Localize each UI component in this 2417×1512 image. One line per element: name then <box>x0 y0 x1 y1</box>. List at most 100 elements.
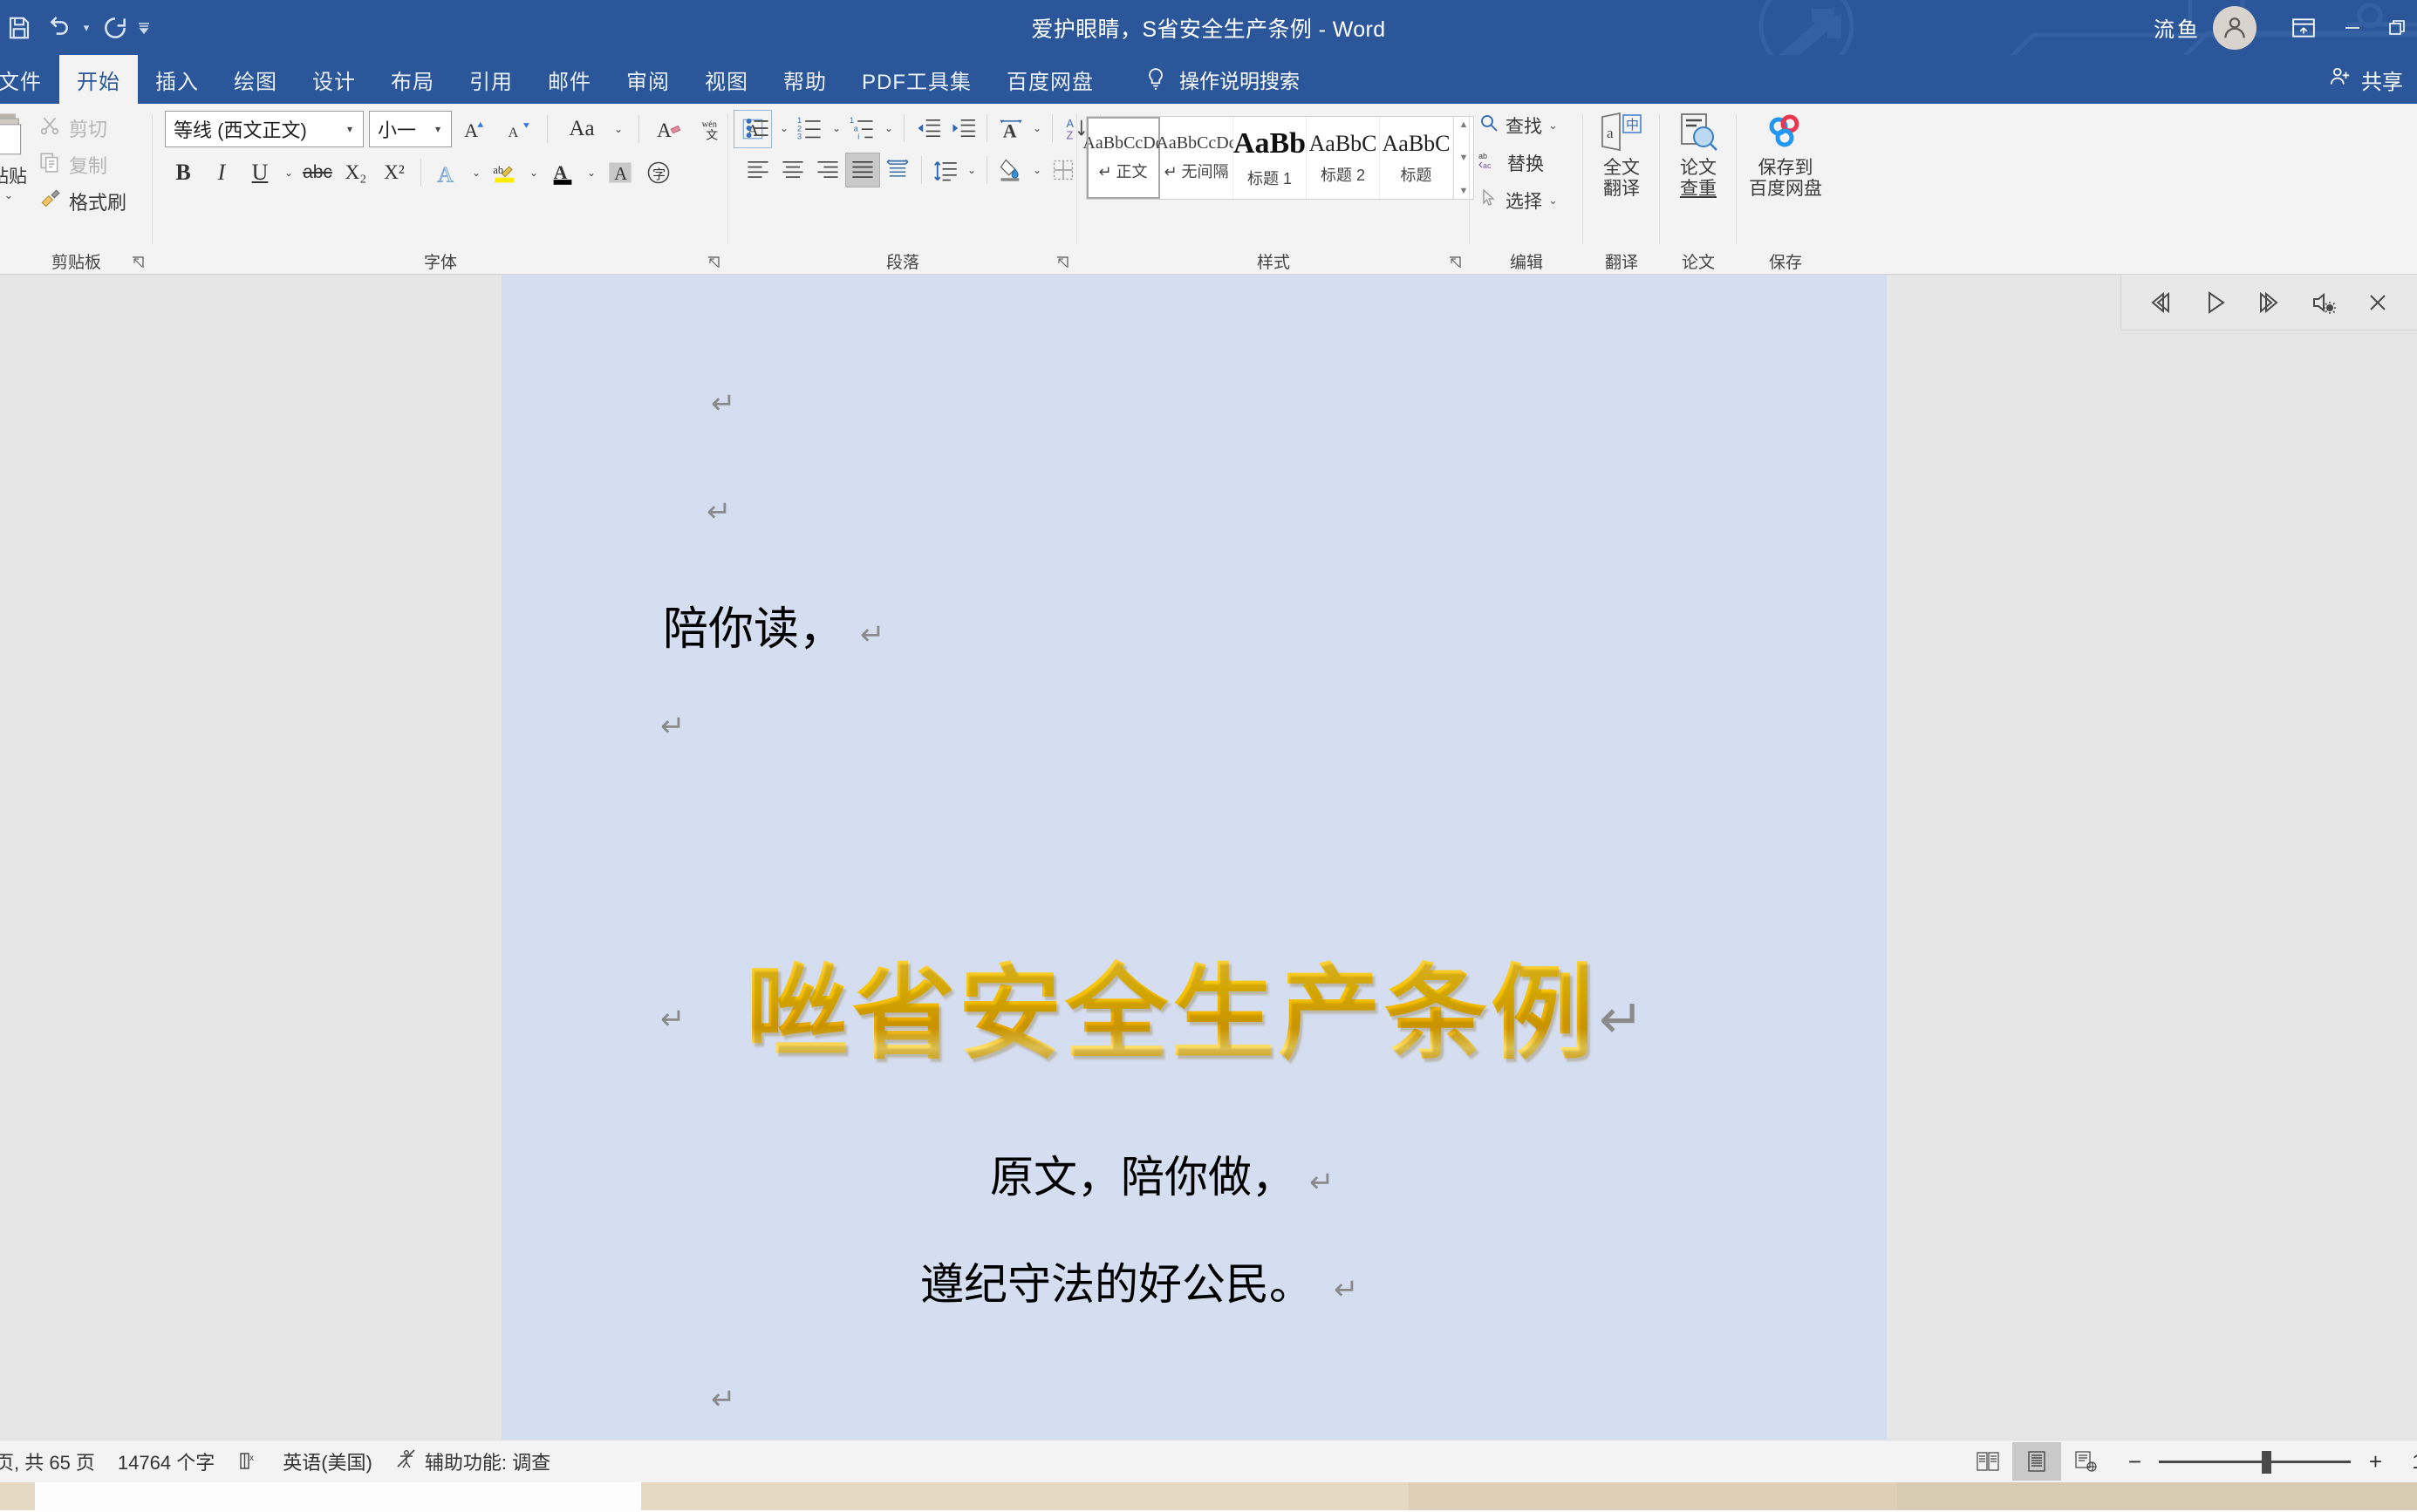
tab-layout[interactable]: 布局 <box>373 55 452 104</box>
baidu-netdisk-label[interactable]: 保存到 百度网盘 <box>1749 158 1822 200</box>
align-right-icon[interactable] <box>810 153 845 187</box>
highlight-dropdown-icon[interactable]: ⌄ <box>525 155 543 190</box>
ribbon-display-options-icon[interactable] <box>2279 0 2328 55</box>
save-icon[interactable] <box>0 7 38 49</box>
style-item-heading-1[interactable]: AaBb 标题 1 <box>1233 117 1307 199</box>
zoom-control[interactable]: − + 10 <box>2124 1448 2417 1475</box>
enclose-characters-icon[interactable]: 字 <box>640 154 677 191</box>
clipboard-dialog-launcher[interactable] <box>130 255 146 270</box>
paragraph-dialog-launcher[interactable] <box>1055 255 1070 270</box>
styles-more-icon[interactable]: ▼ <box>1459 186 1469 196</box>
view-print-layout-icon[interactable] <box>2012 1442 2062 1481</box>
shrink-font-icon[interactable]: A <box>499 111 536 147</box>
avatar[interactable] <box>2213 5 2257 50</box>
borders-icon[interactable] <box>1046 153 1081 187</box>
previous-icon[interactable] <box>2140 282 2181 324</box>
font-size-dropdown-icon[interactable]: ▾ <box>428 123 447 135</box>
undo-icon[interactable] <box>38 7 77 49</box>
scroll-down-icon[interactable]: ▼ <box>1459 153 1469 163</box>
tab-help[interactable]: 帮助 <box>766 55 844 104</box>
undo-dropdown-icon[interactable]: ▾ <box>77 7 96 49</box>
shading-dropdown-icon[interactable]: ⌄ <box>1028 153 1046 187</box>
view-read-mode-icon[interactable] <box>1963 1442 2012 1481</box>
page-indicator[interactable]: 页, 共 65 页 <box>0 1447 95 1475</box>
bold-button[interactable]: B <box>165 154 201 191</box>
line-spacing-icon[interactable] <box>928 153 963 187</box>
style-item-no-spacing[interactable]: AaBbCcDc ↵ 无间隔 <box>1156 117 1237 199</box>
style-item-heading-2[interactable]: AaBbC 标题 2 <box>1307 117 1380 199</box>
word-count[interactable]: 14764 个字 <box>118 1447 215 1475</box>
minimize-icon[interactable] <box>2328 0 2377 55</box>
tab-draw[interactable]: 绘图 <box>216 55 295 104</box>
decrease-indent-icon[interactable] <box>911 111 946 146</box>
tab-insert[interactable]: 插入 <box>138 55 216 104</box>
find-button[interactable]: 查找 ⌄ <box>1478 107 1558 144</box>
find-dropdown-icon[interactable]: ⌄ <box>1548 119 1558 133</box>
distribute-icon[interactable] <box>880 153 915 187</box>
close-icon[interactable] <box>2357 282 2399 324</box>
tab-review[interactable]: 审阅 <box>609 55 687 104</box>
highlight-icon[interactable]: ab <box>487 154 523 191</box>
font-color-dropdown-icon[interactable]: ⌄ <box>583 155 600 190</box>
line-spacing-dropdown-icon[interactable]: ⌄ <box>963 153 980 187</box>
share-button[interactable]: 共享 <box>2319 55 2412 104</box>
accessibility-indicator[interactable]: 辅助功能: 调查 <box>395 1447 550 1475</box>
plagiarism-check-label[interactable]: 论文 查重 <box>1680 158 1717 200</box>
character-shading-icon[interactable]: A <box>602 154 638 191</box>
style-item-normal[interactable]: AaBbCcDc ↵ 正文 <box>1082 117 1164 199</box>
taskbar-window-active[interactable] <box>35 1482 641 1512</box>
change-case-button[interactable]: Aa <box>559 111 604 147</box>
tab-view[interactable]: 视图 <box>687 55 766 104</box>
document-page[interactable]: ↵ ↵ 陪你读， ↵ ↵ ↵ 原文，陪你做， ↵ 遵纪守法的好公民。 ↵ ↵ <box>502 275 1887 1440</box>
scroll-up-icon[interactable]: ▲ <box>1459 119 1469 130</box>
format-painter-button[interactable]: 格式刷 <box>33 184 132 219</box>
plagiarism-check-icon[interactable] <box>1676 109 1720 156</box>
font-size-combo[interactable]: 小一 ▾ <box>369 111 452 147</box>
zoom-out-button[interactable]: − <box>2124 1448 2145 1475</box>
paste-button[interactable]: 粘贴 ⌄ <box>0 111 28 202</box>
baidu-netdisk-icon[interactable] <box>1763 109 1808 156</box>
translate-icon[interactable]: a 中 <box>1599 109 1644 156</box>
clear-formatting-icon[interactable]: A <box>651 111 687 147</box>
justify-icon[interactable] <box>845 153 880 187</box>
bullets-dropdown-icon[interactable]: ⌄ <box>775 111 793 146</box>
zoom-in-button[interactable]: + <box>2365 1448 2386 1475</box>
superscript-button[interactable]: X² <box>376 154 413 191</box>
document-area[interactable]: ↵ ↵ 陪你读， ↵ ↵ ↵ 原文，陪你做， ↵ 遵纪守法的好公民。 ↵ ↵ 咝… <box>0 275 2417 1440</box>
shading-icon[interactable] <box>993 153 1028 187</box>
zoom-slider[interactable] <box>2159 1450 2352 1474</box>
numbering-dropdown-icon[interactable]: ⌄ <box>828 111 845 146</box>
text-effects-dropdown-icon[interactable]: ⌄ <box>468 155 485 190</box>
speaker-settings-icon[interactable] <box>2303 282 2345 324</box>
cut-button[interactable]: 剪切 <box>33 111 132 146</box>
taskbar-window[interactable] <box>1409 1482 1897 1510</box>
language-indicator[interactable]: 英语(美国) <box>283 1447 372 1475</box>
asian-layout-dropdown-icon[interactable]: ⌄ <box>1028 111 1046 146</box>
paste-dropdown-icon[interactable]: ⌄ <box>4 188 14 202</box>
font-dialog-launcher[interactable] <box>706 255 721 270</box>
numbering-icon[interactable]: 123 <box>793 111 828 146</box>
styles-dialog-launcher[interactable] <box>1447 255 1463 270</box>
increase-indent-icon[interactable] <box>946 111 980 146</box>
play-icon[interactable] <box>2194 282 2236 324</box>
customize-qat-icon[interactable] <box>134 7 154 49</box>
select-dropdown-icon[interactable]: ⌄ <box>1548 194 1558 208</box>
proofing-errors-icon[interactable]: x <box>237 1450 260 1473</box>
tab-mailings[interactable]: 邮件 <box>530 55 609 104</box>
style-item-title[interactable]: AaBbC 标题 <box>1380 117 1453 199</box>
tab-baidu-netdisk[interactable]: 百度网盘 <box>989 55 1111 104</box>
next-icon[interactable] <box>2248 282 2290 324</box>
tab-design[interactable]: 设计 <box>295 55 373 104</box>
font-name-combo[interactable]: 等线 (西文正文) ▾ <box>165 111 364 147</box>
strikethrough-button[interactable]: abc <box>299 154 336 191</box>
subscript-button[interactable]: X₂ <box>338 154 374 191</box>
multilevel-list-icon[interactable]: 1ai <box>845 111 880 146</box>
grow-font-icon[interactable]: A <box>457 111 494 147</box>
bullets-icon[interactable] <box>741 111 775 146</box>
multilevel-dropdown-icon[interactable]: ⌄ <box>880 111 898 146</box>
redo-icon[interactable] <box>96 7 134 49</box>
translate-label[interactable]: 全文 翻译 <box>1603 158 1640 200</box>
font-name-dropdown-icon[interactable]: ▾ <box>340 123 359 135</box>
select-button[interactable]: 选择 ⌄ <box>1478 182 1558 219</box>
tab-file[interactable]: 文件 <box>0 55 59 104</box>
